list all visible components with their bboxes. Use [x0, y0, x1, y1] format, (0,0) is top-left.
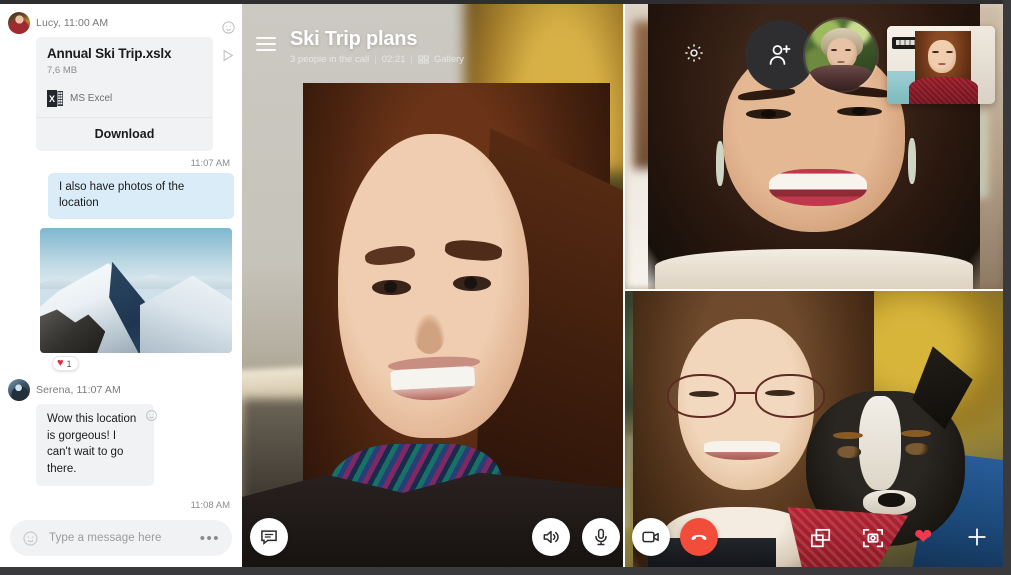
- call-top-controls: [683, 12, 995, 104]
- message-outgoing: I also have photos of the location: [8, 173, 234, 220]
- reaction-count: 1: [66, 358, 72, 369]
- end-call-button[interactable]: [680, 518, 718, 556]
- more-options-icon[interactable]: •••: [200, 531, 220, 546]
- call-bottom-controls: ❤: [242, 506, 1003, 568]
- chat-message-list[interactable]: Lucy, 11:00 AM Annual Ski Trip.xslx 7,6 …: [0, 4, 242, 509]
- video-tile-main-speaker[interactable]: [242, 4, 625, 568]
- message-text: Wow this location is gorgeous! I can't w…: [47, 413, 137, 476]
- more-button[interactable]: [966, 526, 988, 548]
- participant-avatar[interactable]: [803, 17, 879, 93]
- emoji-react-icon[interactable]: [221, 20, 236, 35]
- call-stage: Ski Trip plans 3 people in the call | 02…: [242, 4, 1003, 568]
- chat-panel: Lucy, 11:00 AM Annual Ski Trip.xslx 7,6 …: [0, 4, 242, 568]
- chat-message-actions: [221, 20, 236, 63]
- self-view[interactable]: [887, 26, 995, 104]
- emoji-icon[interactable]: [22, 530, 39, 547]
- speaker-button[interactable]: [532, 518, 570, 556]
- message-file: Lucy, 11:00 AM Annual Ski Trip.xslx 7,6 …: [8, 12, 234, 151]
- call-duration: 02:21: [381, 54, 406, 65]
- call-subtitle: 3 people in the call | 02:21 | Gallery: [290, 54, 464, 65]
- avatar[interactable]: [8, 12, 30, 34]
- file-name: Annual Ski Trip.xslx: [47, 46, 172, 61]
- reaction-badge[interactable]: ♥ 1: [52, 356, 79, 372]
- share-screen-icon: [810, 528, 831, 548]
- plus-icon: [968, 528, 986, 546]
- subtitle-separator: |: [410, 54, 413, 65]
- microphone-button[interactable]: [582, 518, 620, 556]
- message-sender-line: Serena, 11:07 AM: [8, 379, 234, 402]
- call-header: Ski Trip plans 3 people in the call | 02…: [242, 4, 625, 70]
- message-incoming: Serena, 11:07 AM Wow this location is go…: [8, 379, 234, 486]
- tile-divider: [623, 4, 625, 568]
- subtitle-separator: |: [374, 54, 377, 65]
- message-composer: Type a message here •••: [0, 508, 242, 568]
- camera-button[interactable]: [632, 518, 670, 556]
- message-timestamp: 11:07 AM: [190, 158, 230, 169]
- video-feed: [242, 4, 625, 568]
- file-size: 7,6 MB: [47, 65, 78, 76]
- composer-input-wrap[interactable]: Type a message here •••: [10, 520, 232, 556]
- message-bubble[interactable]: I also have photos of the location: [48, 173, 234, 220]
- tile-divider: [625, 289, 1003, 291]
- window-bottom-bar: [0, 567, 1011, 575]
- file-app-name: MS Excel: [70, 93, 113, 104]
- file-card-body: Annual Ski Trip.xslx 7,6 MB X MS Excel: [36, 37, 213, 117]
- gallery-icon: [418, 55, 429, 64]
- file-app-row: X MS Excel: [47, 90, 202, 107]
- view-mode-label[interactable]: Gallery: [434, 54, 464, 65]
- message-sender-line: Lucy, 11:00 AM: [8, 12, 234, 34]
- avatar[interactable]: [8, 379, 30, 402]
- gear-icon[interactable]: [683, 42, 705, 64]
- add-person-icon: [769, 45, 791, 65]
- video-camera-icon: [642, 531, 659, 543]
- message-bubble[interactable]: Wow this location is gorgeous! I can't w…: [36, 404, 157, 486]
- window-right-edge: [1003, 0, 1011, 575]
- end-call-icon: [691, 534, 707, 540]
- chat-bubble-icon: [261, 530, 277, 545]
- download-button[interactable]: Download: [36, 117, 213, 151]
- sender-name: Serena, 11:07 AM: [36, 384, 121, 397]
- svg-text:X: X: [49, 94, 55, 104]
- reaction-button[interactable]: ❤: [914, 526, 932, 548]
- file-attachment-card[interactable]: Annual Ski Trip.xslx 7,6 MB X MS Excel D…: [36, 37, 213, 151]
- excel-icon: X: [47, 90, 63, 107]
- page-title: Ski Trip plans: [290, 28, 418, 50]
- message-photo[interactable]: [40, 228, 232, 354]
- speaker-icon: [543, 530, 559, 544]
- sender-name: Lucy, 11:00 AM: [36, 17, 109, 29]
- search-input[interactable]: Type a message here: [49, 532, 190, 544]
- call-header-text: Ski Trip plans 3 people in the call | 02…: [290, 28, 464, 65]
- hamburger-menu-icon[interactable]: [256, 37, 276, 51]
- emoji-react-icon[interactable]: [145, 409, 158, 422]
- chat-button[interactable]: [250, 518, 288, 556]
- snapshot-icon: [862, 528, 884, 548]
- share-screen-button[interactable]: [810, 528, 832, 548]
- microphone-icon: [595, 528, 607, 546]
- skype-call-window: Lucy, 11:00 AM Annual Ski Trip.xslx 7,6 …: [0, 0, 1011, 575]
- forward-icon[interactable]: [221, 48, 236, 63]
- heart-icon: ♥: [57, 357, 64, 370]
- snapshot-button[interactable]: [862, 528, 884, 548]
- participant-count: 3 people in the call: [290, 54, 370, 65]
- mountain-photo: [40, 228, 232, 354]
